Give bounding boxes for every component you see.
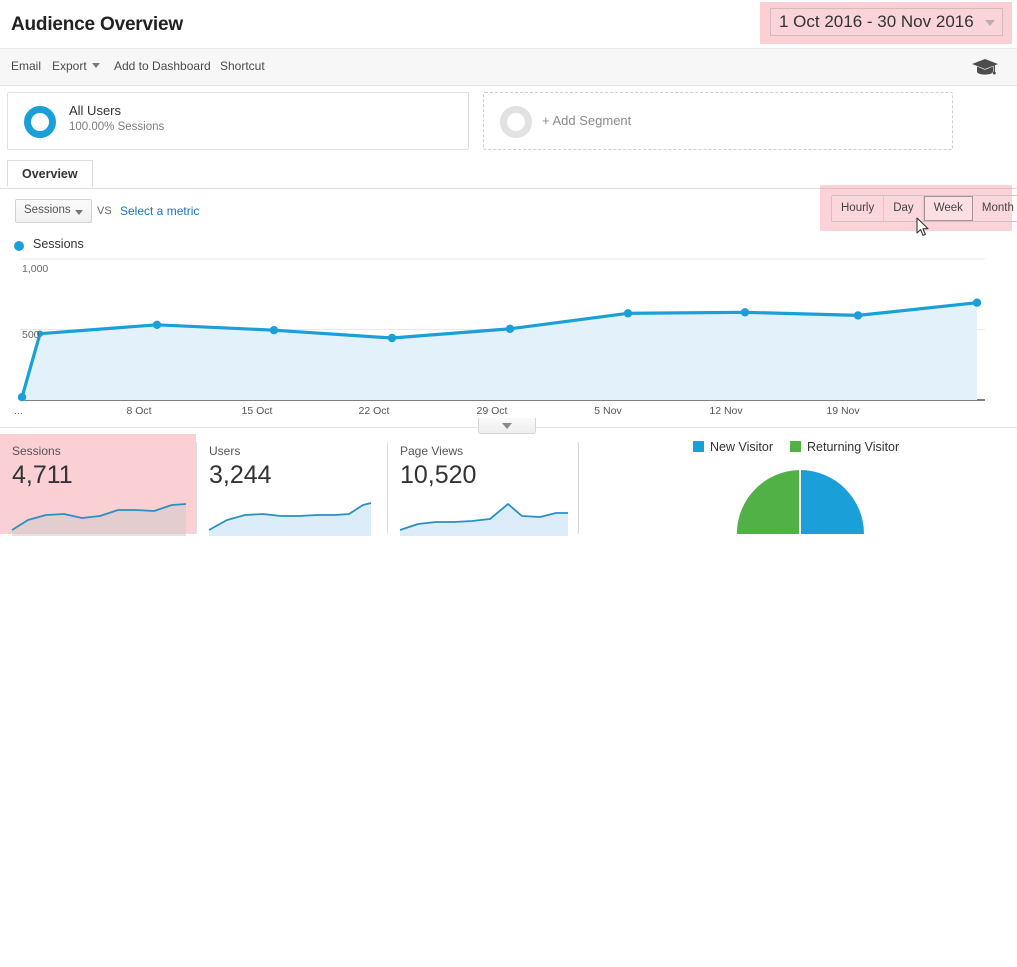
x-axis-tick-label: 8 Oct	[126, 405, 152, 417]
page-header: Audience Overview 1 Oct 2016 - 30 Nov 20…	[0, 0, 1017, 49]
segment-bar: All Users 100.00% Sessions + Add Segment	[0, 86, 1017, 160]
legend-label: Sessions	[33, 237, 84, 251]
pie-slice-percentage-label: 32.4%	[731, 955, 763, 967]
add-segment-label: + Add Segment	[542, 113, 632, 128]
select-a-metric-link[interactable]: Select a metric	[120, 204, 199, 218]
metric-dropdown-label: Sessions	[24, 204, 71, 216]
export-button[interactable]: Export	[52, 59, 100, 73]
export-label: Export	[52, 59, 87, 73]
x-axis-tick-label: 15 Oct	[241, 405, 273, 417]
donut-chart-icon	[24, 106, 56, 138]
metric-selector-bar: Sessions VS Select a metric Hourly Day W…	[0, 185, 1017, 233]
x-axis-tick-label: 19 Nov	[826, 405, 860, 417]
vs-label: VS	[97, 205, 112, 217]
granularity-week-button[interactable]: Week	[923, 196, 973, 221]
y-axis-tick-1000: 1,000	[22, 263, 49, 275]
x-axis-tick-label: 12 Nov	[709, 405, 743, 417]
segment-subtitle: 100.00% Sessions	[69, 121, 165, 133]
mouse-cursor	[916, 217, 929, 236]
sparkline-sessions	[11, 503, 187, 536]
panel-divider	[578, 442, 579, 534]
metric-card-sessions[interactable]: Sessions 4,711	[0, 434, 196, 536]
tab-overview[interactable]: Overview	[7, 160, 93, 187]
summary-panels: Sessions 4,711 Users 3,244 Page Views 10…	[0, 427, 1017, 967]
analytics-audience-overview-page: Audience Overview 1 Oct 2016 - 30 Nov 20…	[0, 0, 1017, 967]
x-axis-tick-label: 29 Oct	[476, 405, 508, 417]
metric-card-value: 3,244	[209, 461, 272, 489]
metric-card-label: Page Views	[400, 444, 464, 458]
pie-legend-label: New Visitor	[710, 440, 773, 454]
action-toolbar: Email Export Add to Dashboard Shortcut	[0, 49, 1017, 86]
metric-card-value: 4,711	[12, 461, 73, 489]
sparkline-page-views	[399, 503, 568, 536]
add-to-dashboard-button[interactable]: Add to Dashboard	[114, 59, 211, 73]
chart-plot-area: 1,000 500 ... 8 Oct 15 Oct 22 Oct 29 Oct…	[0, 257, 1017, 417]
x-axis-tick-label: 22 Oct	[358, 405, 390, 417]
chevron-down-icon	[75, 210, 83, 215]
shortcut-button[interactable]: Shortcut	[220, 59, 265, 73]
date-range-label: 1 Oct 2016 - 30 Nov 2016	[779, 12, 974, 31]
add-segment-button[interactable]: + Add Segment	[483, 92, 953, 150]
chevron-down-icon	[502, 423, 512, 429]
x-axis-tick-label: 5 Nov	[594, 405, 622, 417]
page-title: Audience Overview	[11, 14, 183, 35]
date-range-selector[interactable]: 1 Oct 2016 - 30 Nov 2016	[770, 8, 1003, 36]
segment-title: All Users	[69, 103, 122, 118]
granularity-hourly-button[interactable]: Hourly	[832, 196, 885, 221]
metric-dropdown[interactable]: Sessions	[15, 199, 92, 223]
visitor-type-pie-chart[interactable]	[690, 468, 910, 534]
legend-swatch-new-visitor	[693, 441, 704, 452]
y-axis-tick-500: 500	[22, 329, 40, 341]
metric-card-users[interactable]: Users 3,244	[197, 434, 377, 536]
chart-expander-button[interactable]	[478, 418, 536, 434]
sessions-area-chart	[17, 258, 985, 402]
x-axis-truncation-ellipsis: ...	[14, 405, 23, 417]
metric-card-value: 10,520	[400, 461, 477, 489]
chevron-down-icon	[985, 20, 995, 26]
sparkline-users	[208, 502, 372, 536]
donut-chart-placeholder-icon	[500, 106, 532, 138]
pie-svg	[736, 470, 864, 534]
pie-legend-new-visitor[interactable]: New Visitor	[693, 440, 773, 454]
chevron-down-icon	[91, 63, 100, 68]
graduation-cap-icon[interactable]	[971, 57, 999, 77]
segment-all-users[interactable]: All Users 100.00% Sessions	[7, 92, 469, 150]
metric-card-label: Users	[209, 444, 241, 458]
granularity-month-button[interactable]: Month	[972, 196, 1017, 221]
pie-legend-returning-visitor[interactable]: Returning Visitor	[790, 440, 899, 454]
legend-color-dot	[14, 241, 24, 251]
email-button[interactable]: Email	[11, 59, 41, 73]
metric-card-page-views[interactable]: Page Views 10,520	[388, 434, 578, 536]
metric-card-label: Sessions	[12, 444, 61, 458]
legend-swatch-returning-visitor	[790, 441, 801, 452]
sessions-chart-panel: Sessions 1,000 500 ... 8 Oct 15 Oct 22 O…	[0, 231, 1017, 427]
pie-legend-label: Returning Visitor	[807, 440, 900, 454]
